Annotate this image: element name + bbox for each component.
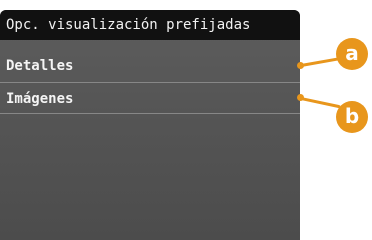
option-list: Detalles Imágenes: [0, 50, 300, 114]
callout-b-badge: b: [336, 101, 368, 133]
list-item-detalles[interactable]: Detalles: [0, 50, 300, 82]
figure-stage: Opc. visualización prefijadas Detalles I…: [0, 0, 372, 240]
list-item-imagenes[interactable]: Imágenes: [0, 82, 300, 114]
device-screen: Opc. visualización prefijadas Detalles I…: [0, 10, 300, 240]
callout-b-leader: [300, 97, 341, 109]
callout-a-leader: [300, 57, 341, 67]
callout-a-badge: a: [336, 38, 368, 70]
screen-title: Opc. visualización prefijadas: [0, 10, 300, 40]
